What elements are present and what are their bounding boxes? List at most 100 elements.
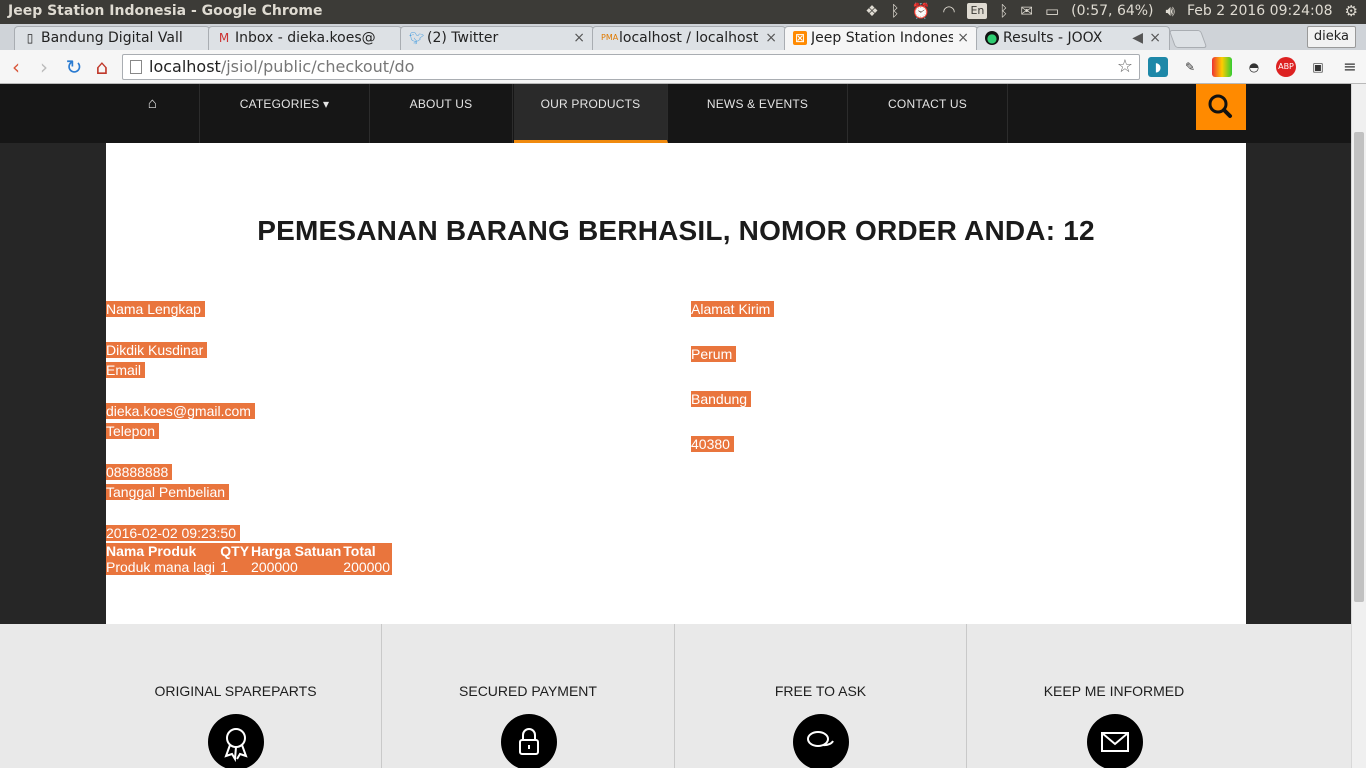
header-total: Total (343, 543, 392, 559)
feature-title: SECURED PAYMENT (459, 683, 597, 699)
close-tab-icon[interactable]: × (1149, 27, 1161, 49)
address-bar[interactable]: localhost/jsiol/public/checkout/do ☆ (122, 54, 1140, 80)
shipping-line-2: Bandung (691, 391, 752, 407)
tab-strip: ▯ Bandung Digital Vall M Inbox - dieka.k… (0, 24, 1366, 50)
close-tab-icon[interactable]: × (765, 27, 777, 49)
checkout-result-panel: PEMESANAN BARANG BERHASIL, NOMOR ORDER A… (106, 143, 1246, 624)
reload-button[interactable]: ↻ (62, 55, 86, 79)
nav-news-events[interactable]: NEWS & EVENTS (668, 84, 848, 143)
nav-categories[interactable]: CATEGORIES ▾ (200, 84, 370, 143)
email-label: Email (106, 362, 146, 378)
volume-icon[interactable]: 🔊︎ (1166, 2, 1175, 20)
cell-unit-price: 200000 (251, 559, 344, 575)
eyedropper-icon[interactable]: ✎ (1180, 57, 1200, 77)
color-extension-icon[interactable] (1212, 57, 1232, 77)
header-unit-price: Harga Satuan (251, 543, 344, 559)
forward-button[interactable]: › (32, 55, 56, 79)
cell-product-name: Produk mana lagi (106, 559, 221, 575)
tab-gmail-inbox[interactable]: M Inbox - dieka.koes@ (208, 26, 402, 50)
mail-icon[interactable]: ✉ (1020, 2, 1033, 20)
table-row: Produk mana lagi 1 200000 200000 (106, 559, 392, 575)
tab-phpmyadmin[interactable]: PMA localhost / localhost × (592, 26, 786, 50)
profile-button[interactable]: dieka (1306, 26, 1356, 48)
new-tab-button[interactable] (1168, 30, 1208, 48)
feature-keep-me-informed: KEEP ME INFORMED (967, 624, 1261, 768)
nav-about-us[interactable]: ABOUT US (370, 84, 513, 143)
phone-value: 08888888 (106, 464, 173, 480)
window-title: Jeep Station Indonesia - Google Chrome (8, 3, 323, 19)
site-navbar: ⌂ CATEGORIES ▾ ABOUT US OUR PRODUCTS NEW… (0, 84, 1351, 143)
wifi-icon[interactable]: ◠ (942, 2, 955, 20)
tab-jeep-station[interactable]: ⊠ Jeep Station Indones × (784, 26, 978, 50)
joox-icon: ● (985, 31, 999, 45)
speaker-icon[interactable]: ◀ (1132, 27, 1143, 49)
lock-icon (501, 714, 557, 768)
page-icon: ▯ (26, 31, 34, 45)
back-button[interactable]: ‹ (4, 55, 28, 79)
gmail-icon: M (218, 31, 230, 45)
order-table-header: Nama Produk QTY Harga Satuan Total (106, 543, 392, 559)
purchase-date-label: Tanggal Pembelian (106, 484, 230, 500)
email-value: dieka.koes@gmail.com (106, 403, 255, 419)
name-value: Dikdik Kusdinar (106, 342, 208, 358)
adblock-icon[interactable]: ABP (1276, 57, 1296, 77)
alarm-icon[interactable]: ⏰ (912, 2, 931, 20)
header-product-name: Nama Produk (106, 543, 221, 559)
order-table: Nama Produk QTY Harga Satuan Total Produ… (106, 543, 392, 575)
menu-icon[interactable]: ≡ (1340, 57, 1360, 77)
phone-label: Telepon (106, 423, 160, 439)
mail-icon (1087, 714, 1143, 768)
page-scrollbar[interactable] (1351, 84, 1366, 768)
shipping-line-3: 40380 (691, 436, 734, 452)
extension-wave-icon[interactable]: ◗ (1148, 57, 1168, 77)
feature-title: KEEP ME INFORMED (1043, 683, 1185, 699)
cell-total: 200000 (343, 559, 392, 575)
feature-title: ORIGINAL SPAREPARTS (154, 683, 317, 699)
clock[interactable]: Feb 2 2016 09:24:08 (1187, 3, 1333, 19)
page-info-icon[interactable] (130, 60, 142, 74)
battery-icon[interactable]: ▭ (1045, 2, 1059, 20)
dropbox-icon[interactable]: ❖ (865, 2, 878, 20)
system-tray: ❖ ᛒ ⏰ ◠ En ᛒ ✉ ▭ (0:57, 64%) 🔊︎ Feb 2 20… (865, 2, 1358, 20)
features-strip: ORIGINAL SPAREPARTS SECURED PAYMENT FREE… (0, 624, 1351, 768)
shipping-address-label: Alamat Kirim (691, 301, 775, 317)
bluetooth-status-icon[interactable]: ᛒ (999, 2, 1008, 20)
pma-icon: PMA (601, 33, 619, 42)
tab-bandung-digital-valley[interactable]: ▯ Bandung Digital Vall (14, 26, 210, 50)
shipping-line-1: Perum (691, 346, 737, 362)
twitter-icon: 🐦︎ (409, 31, 425, 45)
nav-our-products[interactable]: OUR PRODUCTS (514, 84, 668, 143)
url-path: /jsiol/public/checkout/do (220, 57, 415, 76)
name-label: Nama Lengkap (106, 301, 205, 317)
close-tab-icon[interactable]: × (573, 27, 585, 49)
site-search-button[interactable] (1196, 84, 1246, 130)
bookmark-star-icon[interactable]: ☆ (1117, 55, 1133, 79)
battery-status[interactable]: (0:57, 64%) (1071, 3, 1153, 19)
bluetooth-icon[interactable]: ᛒ (891, 2, 900, 20)
order-success-headline: PEMESANAN BARANG BERHASIL, NOMOR ORDER A… (257, 215, 1095, 246)
nav-home-icon[interactable]: ⌂ (106, 84, 200, 143)
feature-original-spareparts: ORIGINAL SPAREPARTS (90, 624, 382, 768)
feature-free-to-ask: FREE TO ASK (675, 624, 967, 768)
cell-qty: 1 (220, 559, 252, 575)
home-button[interactable]: ⌂ (90, 55, 114, 79)
keyboard-layout[interactable]: En (967, 3, 988, 19)
incognito-icon[interactable]: ◓ (1244, 57, 1264, 77)
scrollbar-thumb[interactable] (1354, 132, 1364, 602)
tab-twitter[interactable]: 🐦︎ (2) Twitter × (400, 26, 594, 50)
purchase-date-value: 2016-02-02 09:23:50 (106, 525, 240, 541)
os-top-bar: Jeep Station Indonesia - Google Chrome ❖… (0, 0, 1366, 24)
header-qty: QTY (220, 543, 252, 559)
tab-joox[interactable]: ● Results - JOOX ◀ × (976, 26, 1170, 50)
search-icon (1208, 94, 1232, 118)
url-host: localhost (149, 57, 221, 76)
notification-extension-icon[interactable]: ▣ (1308, 57, 1328, 77)
nav-contact-us[interactable]: CONTACT US (848, 84, 1008, 143)
chat-icon (793, 714, 849, 768)
website: ⌂ CATEGORIES ▾ ABOUT US OUR PRODUCTS NEW… (0, 84, 1351, 768)
browser-toolbar: ‹ › ↻ ⌂ localhost/jsiol/public/checkout/… (0, 50, 1366, 84)
site-icon: ⊠ (793, 31, 807, 45)
close-tab-icon[interactable]: × (957, 27, 969, 49)
settings-gear-icon[interactable]: ⚙ (1345, 2, 1358, 20)
feature-title: FREE TO ASK (774, 683, 867, 699)
